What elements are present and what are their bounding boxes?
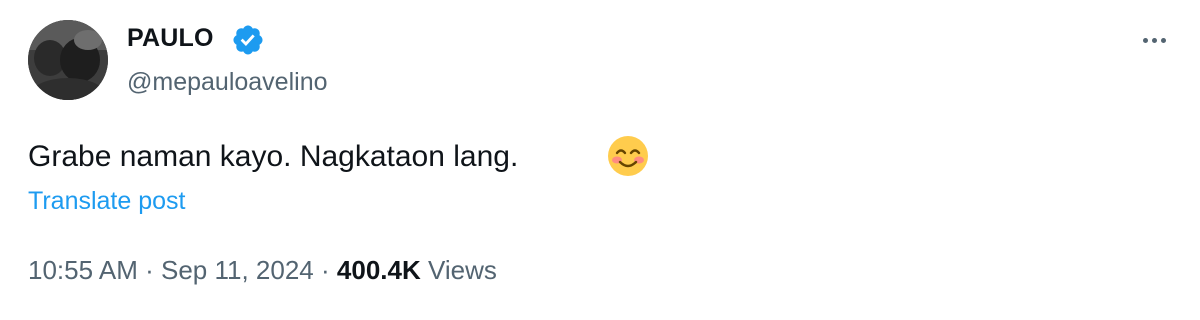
author-handle[interactable]: @mepauloavelino bbox=[127, 66, 328, 98]
post-meta: 10:55 AM · Sep 11, 2024 · 400.4K Views bbox=[28, 254, 497, 286]
post-timestamp-link[interactable]: 10:55 AM · Sep 11, 2024 bbox=[28, 255, 314, 285]
views-link[interactable]: 400.4K Views bbox=[337, 255, 497, 285]
meta-separator: · bbox=[321, 255, 330, 285]
avatar-image bbox=[28, 20, 108, 100]
tweet-card: PAULO @mepauloavelino Grabe naman kayo. … bbox=[0, 0, 1200, 320]
post-time: 10:55 AM bbox=[28, 255, 138, 285]
meta-separator: · bbox=[145, 255, 154, 285]
translate-post-link[interactable]: Translate post bbox=[28, 185, 185, 217]
post-text: Grabe naman kayo. Nagkataon lang. bbox=[28, 140, 519, 173]
author-display-name[interactable]: PAULO bbox=[127, 22, 214, 54]
avatar[interactable] bbox=[28, 20, 108, 100]
views-count: 400.4K bbox=[336, 255, 421, 285]
post-date: Sep 11, 2024 bbox=[161, 255, 314, 285]
smiling-face-emoji-icon bbox=[608, 136, 648, 176]
more-horizontal-icon bbox=[1142, 37, 1148, 43]
views-label: Views bbox=[427, 255, 497, 285]
more-options-button[interactable] bbox=[1132, 24, 1176, 56]
verified-badge-icon bbox=[233, 25, 263, 55]
